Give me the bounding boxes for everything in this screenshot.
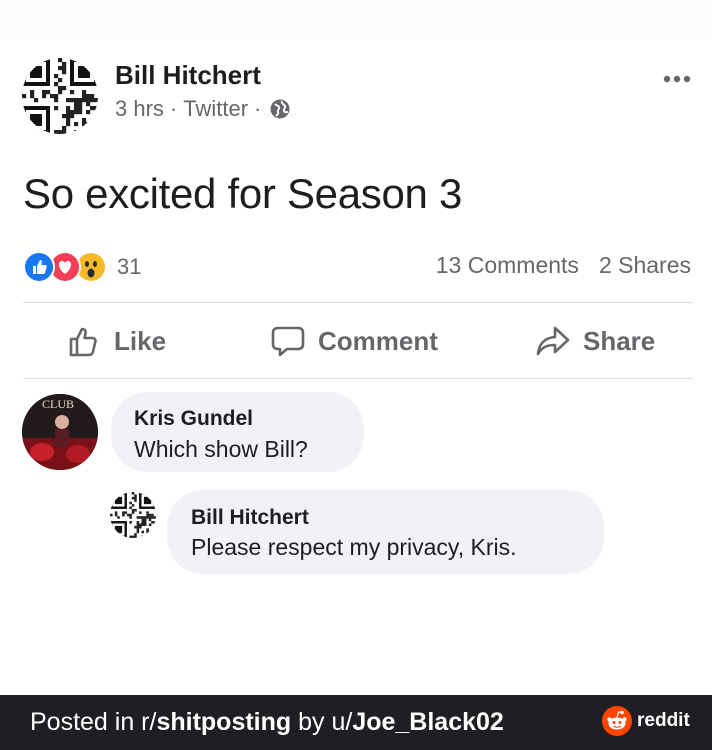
comment-text: Which show Bill? xyxy=(134,436,308,462)
footer-by: by u/ xyxy=(291,708,353,736)
like-label: Like xyxy=(114,325,167,356)
comment-button[interactable]: Comment xyxy=(270,320,438,362)
more-options-icon[interactable] xyxy=(662,74,692,84)
footer-caption: Posted in r/shitposting by u/Joe_Black02 xyxy=(30,708,504,737)
author-avatar[interactable] xyxy=(22,58,98,134)
thumbs-up-icon xyxy=(69,327,97,357)
post-author-name[interactable]: Bill Hitchert xyxy=(115,60,261,91)
post-source: Twitter xyxy=(183,96,249,121)
qr-code-avatar-icon xyxy=(22,58,98,134)
comments-count[interactable]: 13 Comments xyxy=(436,252,579,279)
comment-bubble-icon xyxy=(271,326,305,357)
post-meta: 3 hrs · Twitter · xyxy=(115,96,291,122)
engagement-counts: 13 Comments 2 Shares xyxy=(436,252,691,279)
reddit-footer: Posted in r/shitposting by u/Joe_Black02… xyxy=(0,695,712,750)
reply-text: Please respect my privacy, Kris. xyxy=(191,534,517,560)
like-button[interactable]: Like xyxy=(68,320,166,362)
facebook-post: Bill Hitchert 3 hrs · Twitter · So excit… xyxy=(0,40,712,695)
share-button[interactable]: Share xyxy=(535,320,655,362)
like-reaction-icon xyxy=(23,251,55,283)
qr-code-avatar-icon xyxy=(110,492,156,538)
shares-count[interactable]: 2 Shares xyxy=(599,252,691,279)
divider xyxy=(23,378,693,379)
replier-avatar[interactable] xyxy=(110,492,156,538)
reddit-brand: reddit xyxy=(637,710,690,731)
avatar-club-text: CLUB xyxy=(42,397,74,411)
reactions-summary[interactable]: 31 xyxy=(23,250,141,284)
commenter-avatar[interactable]: CLUB xyxy=(22,394,98,470)
share-label: Share xyxy=(583,325,656,356)
meta-separator: · xyxy=(254,96,262,121)
meta-separator: · xyxy=(169,96,178,121)
globe-icon xyxy=(270,99,290,119)
comment-author[interactable]: Kris Gundel xyxy=(134,407,253,431)
comment-label: Comment xyxy=(318,325,438,356)
username-link[interactable]: Joe_Black02 xyxy=(352,708,504,736)
reply-bubble xyxy=(167,490,604,574)
reddit-logo-icon xyxy=(602,706,632,736)
reply-author[interactable]: Bill Hitchert xyxy=(191,506,309,530)
share-arrow-icon xyxy=(536,326,570,356)
post-body-text: So excited for Season 3 xyxy=(23,170,463,217)
subreddit-link[interactable]: shitposting xyxy=(156,708,291,736)
divider xyxy=(23,302,693,303)
top-strip xyxy=(0,0,712,40)
post-time[interactable]: 3 hrs xyxy=(115,96,164,122)
reaction-count[interactable]: 31 xyxy=(117,254,141,280)
footer-prefix: Posted in r/ xyxy=(30,708,157,736)
club-photo-icon: CLUB xyxy=(22,394,98,470)
